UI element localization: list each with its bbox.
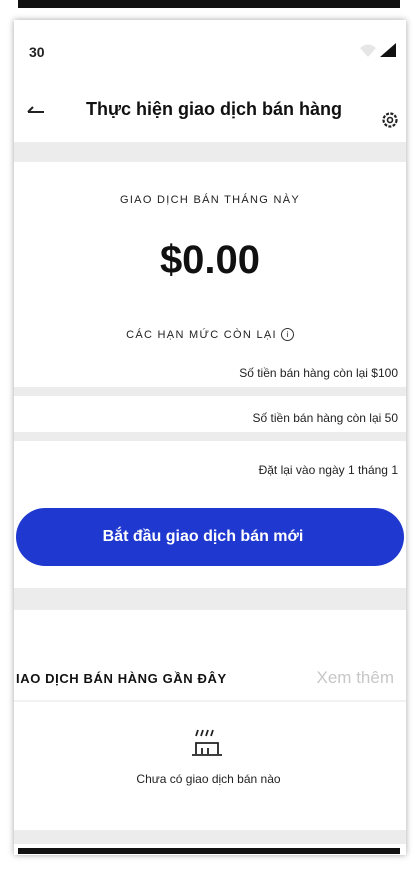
empty-state-text: Chưa có giao dịch bán nào	[136, 772, 281, 786]
limit-reset-date: Đặt lại vào ngày 1 tháng 1	[258, 463, 398, 477]
empty-store-icon	[192, 729, 222, 756]
recent-transactions-title: IAO DỊCH BÁN HÀNG GẦN ĐÂY	[16, 671, 227, 686]
bottom-border	[18, 848, 400, 854]
limit-divider	[14, 432, 406, 441]
limit-row-amount: Số tiền bán hàng còn lại $100	[239, 366, 398, 380]
info-icon[interactable]: i	[280, 328, 294, 341]
remaining-limits-label: CÁC HẠN MỨC CÒN LẠI i	[14, 328, 406, 341]
monthly-sales-amount: $0.00	[159, 238, 261, 282]
remaining-limits-text: CÁC HẠN MỨC CÒN LẠI	[126, 329, 277, 341]
start-new-sale-button[interactable]: Bắt đầu giao dịch bán mới	[16, 508, 404, 566]
header-divider	[14, 142, 406, 162]
limit-row-count: Số tiền bán hàng còn lại 50	[252, 411, 398, 425]
status-time: 30	[29, 44, 45, 60]
back-arrow-icon[interactable]	[26, 102, 46, 122]
signal-icon	[380, 43, 396, 57]
status-icons	[358, 42, 398, 63]
limit-divider	[14, 387, 406, 396]
see-more-link[interactable]: Xem thêm	[317, 668, 394, 688]
top-border	[18, 0, 400, 8]
section-divider	[14, 588, 406, 610]
gear-icon[interactable]	[380, 110, 400, 130]
page-title: Thực hiện giao dịch bán hàng	[85, 99, 343, 119]
footer-divider	[14, 830, 406, 844]
list-divider	[14, 700, 406, 702]
wifi-icon	[360, 44, 376, 57]
monthly-sales-label: GIAO DỊCH BÁN THÁNG NÀY	[119, 194, 301, 206]
